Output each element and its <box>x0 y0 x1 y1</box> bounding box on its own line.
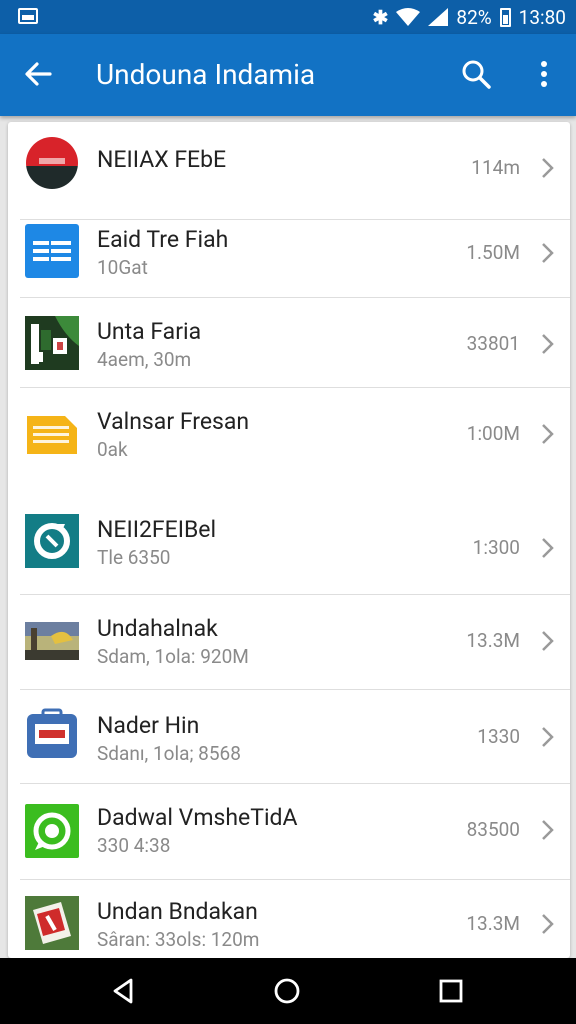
home-circle-icon[interactable] <box>272 976 302 1006</box>
list-item[interactable]: Nader Hin Sdanı, 1ola; 8568 1330 <box>8 690 570 784</box>
green-chat-app-icon <box>25 804 79 858</box>
item-title: Nader Hin <box>97 712 200 739</box>
item-title: Undan Bndakan <box>97 898 258 925</box>
battery-percent: 82% <box>456 5 492 29</box>
item-size: 1:300 <box>472 536 520 559</box>
item-subtitle: 4aem, 30m <box>97 348 192 371</box>
blue-lines-app-icon <box>25 224 79 278</box>
chevron-right-icon <box>542 424 554 444</box>
list-item[interactable]: Dadwal VmsheTidA 330 4:38 83500 <box>8 784 570 880</box>
item-size: 13.3M <box>466 912 520 935</box>
chevron-right-icon <box>542 631 554 651</box>
item-size: 83500 <box>466 818 520 841</box>
yellow-document-icon <box>27 416 77 454</box>
red-black-app-icon <box>26 137 78 189</box>
recents-square-icon[interactable] <box>436 976 466 1006</box>
cell-signal-icon <box>428 8 449 26</box>
item-title: Valnsar Fresan <box>97 408 250 435</box>
item-subtitle: 0ak <box>97 438 128 461</box>
item-size: 1:00M <box>466 422 520 445</box>
item-subtitle: Sdam, 1ola: 920M <box>97 645 249 668</box>
item-size: 13.3M <box>466 629 520 652</box>
list-item[interactable]: Unta Faria 4aem, 30m 33801 <box>8 298 570 388</box>
chevron-right-icon <box>542 820 554 840</box>
battery-icon <box>499 7 511 27</box>
item-size: 1330 <box>477 725 520 748</box>
item-size: 1.50M <box>466 241 520 264</box>
chevron-right-icon <box>542 727 554 747</box>
search-icon[interactable] <box>458 56 494 92</box>
chevron-right-icon <box>542 538 554 558</box>
status-bar: ✱ 82% 13:80 <box>0 0 576 34</box>
more-options-icon[interactable] <box>530 56 558 92</box>
list-item[interactable]: NEIIAX FEbE 114m <box>8 122 570 220</box>
app-bar: Undouna Indamia <box>0 34 576 116</box>
teal-sync-app-icon <box>25 514 79 568</box>
item-title: Unta Faria <box>97 318 202 345</box>
list-item[interactable]: Undahalnak Sdam, 1ola: 920M 13.3M <box>8 595 570 690</box>
item-subtitle: Tle 6350 <box>97 546 171 569</box>
chevron-right-icon <box>542 243 554 263</box>
forest-scene-app-icon <box>25 316 79 370</box>
list-item[interactable]: Undan Bndakan Sâran: 33ols: 120m 13.3M <box>8 880 570 958</box>
app-list: NEIIAX FEbE 114m Eaid Tre Fiah 10Gat 1.5… <box>8 122 570 958</box>
list-item[interactable]: Eaid Tre Fiah 10Gat 1.50M <box>8 220 570 298</box>
item-title: Undahalnak <box>97 615 218 642</box>
item-size: 33801 <box>466 332 520 355</box>
clock: 13:80 <box>518 5 566 29</box>
list-item[interactable]: NEII2FEIBel Tle 6350 1:300 <box>8 486 570 595</box>
status-indicators: ✱ 82% 13:80 <box>372 5 566 29</box>
notification-image-icon <box>18 8 38 24</box>
chevron-right-icon <box>542 158 554 178</box>
bluetooth-icon: ✱ <box>372 5 389 29</box>
item-title: NEIIAX FEbE <box>97 146 227 173</box>
back-arrow-icon[interactable] <box>20 56 56 92</box>
item-title: Eaid Tre Fiah <box>97 226 229 253</box>
system-nav-bar <box>0 958 576 1024</box>
landscape-photo-icon <box>25 622 79 660</box>
item-subtitle: Sâran: 33ols: 120m <box>97 928 260 951</box>
item-subtitle: 10Gat <box>97 256 148 279</box>
item-subtitle: Sdanı, 1ola; 8568 <box>97 742 241 765</box>
chevron-right-icon <box>542 334 554 354</box>
item-size: 114m <box>471 156 520 179</box>
page-title: Undouna Indamia <box>96 58 316 91</box>
item-title: Dadwal VmsheTidA <box>97 804 298 831</box>
chevron-right-icon <box>542 914 554 934</box>
item-title: NEII2FEIBel <box>97 516 217 543</box>
item-subtitle: 330 4:38 <box>97 834 171 857</box>
list-item[interactable]: Valnsar Fresan 0ak 1:00M <box>8 388 570 486</box>
back-triangle-icon[interactable] <box>109 976 139 1006</box>
red-card-photo-icon <box>25 896 79 950</box>
wifi-icon <box>396 8 421 26</box>
blue-briefcase-icon <box>27 708 77 758</box>
